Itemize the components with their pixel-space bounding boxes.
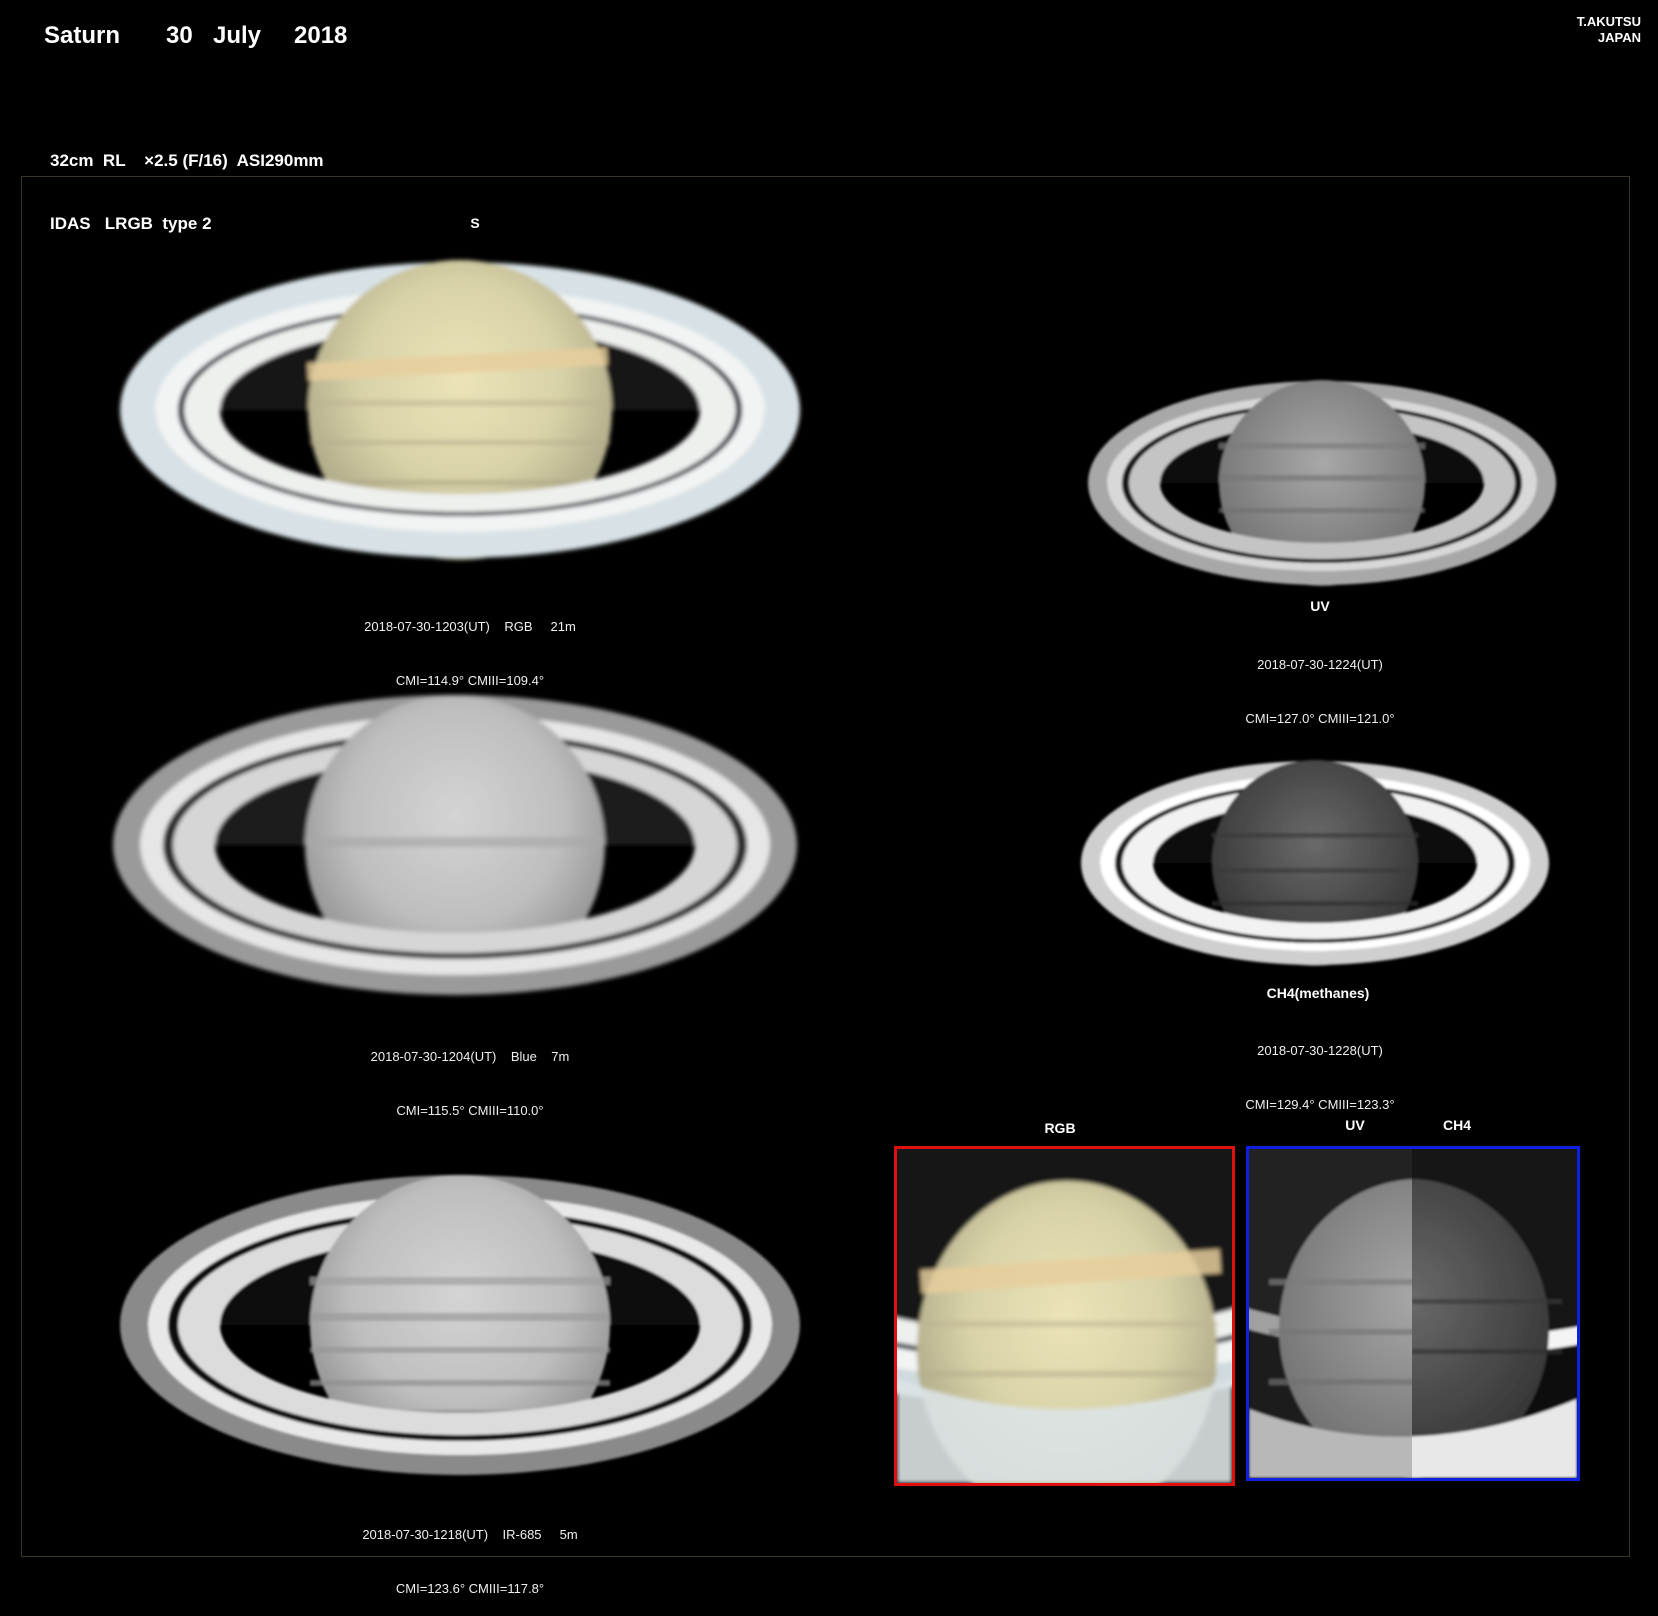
ch4-label: CH4(methanes) (1266, 985, 1370, 1001)
saturn-blue-image (113, 695, 797, 995)
south-marker: S (470, 215, 480, 231)
ir-caption-line-2: CMI=123.6° CMIII=117.8° (395, 1581, 545, 1596)
saturn-uv-image (1088, 380, 1556, 586)
ch4-caption: 2018-07-30-1228(UT) CMI=129.4° CMIII=123… (1180, 1006, 1460, 1132)
date-day: 30 (166, 22, 193, 49)
saturn-rgb-image (120, 260, 800, 560)
blue-caption-line-1: 2018-07-30-1204(UT) Blue 7m (370, 1049, 570, 1064)
author-credit: T.AKUTSU JAPAN (1577, 14, 1641, 46)
saturn-ch4-image (1081, 760, 1549, 966)
ch4-caption-line-2: CMI=129.4° CMIII=123.3° (1245, 1097, 1395, 1112)
object-name: Saturn (44, 22, 121, 49)
comparison-rgb-label: RGB (1044, 1120, 1076, 1136)
blue-caption: 2018-07-30-1204(UT) Blue 7m CMI=115.5° C… (250, 1012, 690, 1138)
ir-caption-line-1: 2018-07-30-1218(UT) IR-685 5m (362, 1527, 578, 1542)
date-month: July (213, 22, 262, 49)
uv-caption-line-2: CMI=127.0° CMIII=121.0° (1245, 711, 1395, 726)
rgb-caption-line-1: 2018-07-30-1203(UT) RGB 21m (364, 619, 576, 634)
uv-caption-line-1: 2018-07-30-1224(UT) (1257, 657, 1383, 672)
ch4-caption-line-1: 2018-07-30-1228(UT) (1257, 1043, 1383, 1058)
comparison-ch4-label: CH4 (1442, 1117, 1471, 1133)
ir-caption: 2018-07-30-1218(UT) IR-685 5m CMI=123.6°… (250, 1490, 690, 1616)
uv-label: UV (1310, 598, 1330, 614)
rgb-caption-line-2: CMI=114.9° CMIII=109.4° (395, 673, 545, 688)
comparison-rgb-box (894, 1146, 1235, 1486)
author-name: T.AKUTSU (1576, 14, 1641, 29)
comparison-uv-ch4-closeup (1249, 1149, 1577, 1478)
comparison-uv-label: UV (1345, 1117, 1365, 1133)
comparison-rgb-closeup (897, 1149, 1232, 1483)
spec-line-1: 32cm RL ×2.5 (F/16) ASI290mm (50, 151, 324, 170)
saturn-ir-image (120, 1175, 800, 1475)
date-year: 2018 (294, 22, 348, 49)
comparison-uv-ch4-box (1246, 1146, 1580, 1481)
uv-caption: 2018-07-30-1224(UT) CMI=127.0° CMIII=121… (1180, 620, 1460, 746)
blue-caption-line-2: CMI=115.5° CMIII=110.0° (396, 1103, 544, 1118)
author-country: JAPAN (1597, 30, 1641, 45)
